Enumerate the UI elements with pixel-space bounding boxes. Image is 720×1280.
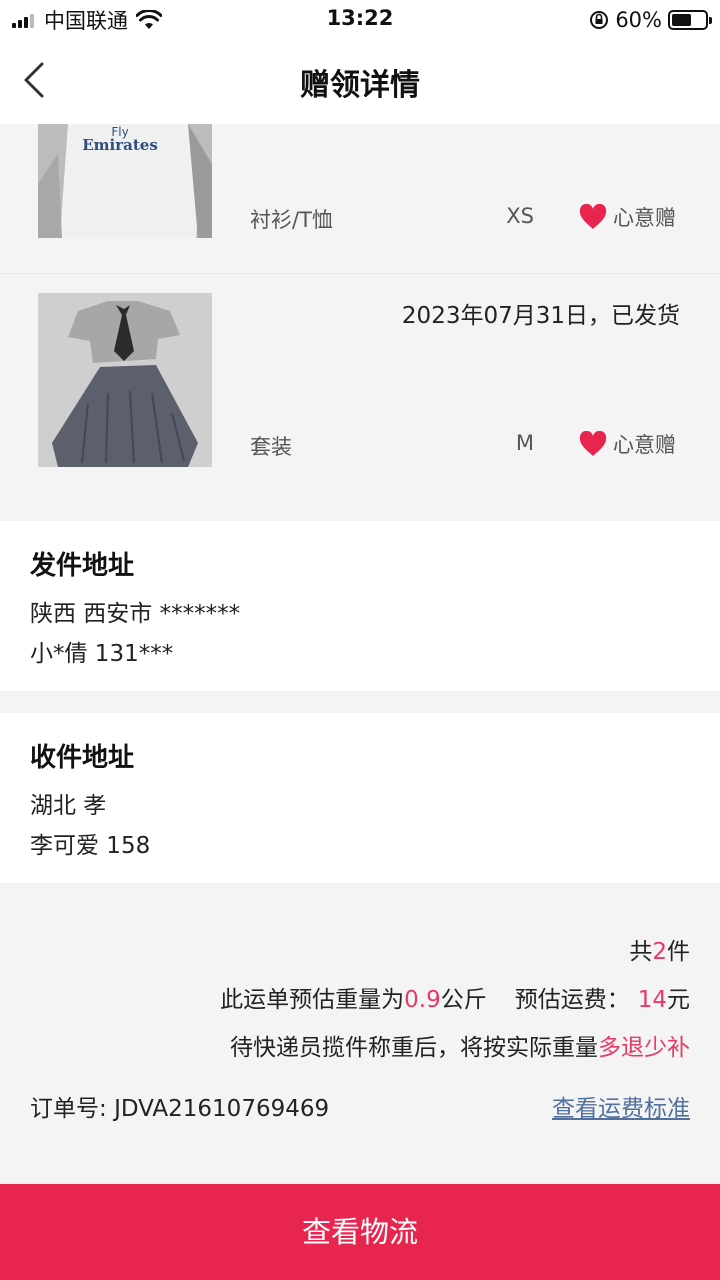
count-value: 2 bbox=[652, 939, 667, 965]
count-prefix: 共 bbox=[629, 939, 653, 965]
gift-label: 心意赠 bbox=[613, 206, 676, 230]
weight-prefix: 此运单预估重量为 bbox=[220, 987, 405, 1013]
status-bar: 中国联通 13:22 60% bbox=[0, 0, 720, 40]
item-size: XS bbox=[506, 204, 534, 228]
screen: 中国联通 13:22 60% 赠领详情 Fly Emirates 衬衫/T恤 X… bbox=[0, 0, 720, 1280]
item-category: 套装 bbox=[250, 435, 292, 459]
receiver-address-card: 收件地址 湖北 孝 李可爱 158 bbox=[0, 713, 720, 883]
sender-region: 陕西 西安市 ******* bbox=[30, 601, 241, 627]
item-category: 衬衫/T恤 bbox=[250, 208, 333, 232]
order-label: 订单号: bbox=[30, 1096, 107, 1122]
receiver-contact: 李可爱 158 bbox=[30, 833, 151, 859]
weight-fee-line: 此运单预估重量为0.9公斤 预估运费： 14元 bbox=[220, 980, 690, 1014]
status-right: 60% bbox=[589, 6, 712, 34]
rotation-lock-icon bbox=[590, 11, 609, 29]
weight-note: 待快递员揽件称重后，将按实际重量多退少补 bbox=[230, 1028, 690, 1062]
gift-tag: 心意赠 bbox=[579, 202, 676, 232]
gift-tag: 心意赠 bbox=[579, 429, 676, 459]
outfit-photo bbox=[38, 293, 212, 467]
gift-item[interactable]: 2023年07月31日，已发货 套装 M 心意赠 bbox=[0, 273, 720, 491]
gift-item[interactable]: Fly Emirates 衬衫/T恤 XS 心意赠 bbox=[0, 124, 720, 272]
note-highlight: 多退少补 bbox=[598, 1035, 690, 1061]
receiver-title: 收件地址 bbox=[30, 743, 135, 773]
fee-standard-link[interactable]: 查看运费标准 bbox=[552, 1089, 690, 1123]
sender-address-card: 发件地址 陕西 西安市 ******* 小*倩 131*** bbox=[0, 521, 720, 691]
weight-unit: 公斤 bbox=[440, 987, 487, 1013]
gift-label: 心意赠 bbox=[613, 433, 676, 457]
battery-icon bbox=[668, 10, 712, 30]
item-count: 共2件 bbox=[629, 932, 690, 966]
order-value: JDVA21610769469 bbox=[114, 1096, 330, 1122]
ship-status: 2023年07月31日，已发货 bbox=[401, 303, 680, 329]
weight-value: 0.9 bbox=[404, 987, 441, 1013]
tshirt-photo: Fly Emirates bbox=[38, 124, 212, 238]
sender-title: 发件地址 bbox=[30, 551, 135, 581]
note-prefix: 待快递员揽件称重后，将按实际重量 bbox=[230, 1035, 598, 1061]
fee-prefix: 预估运费： bbox=[514, 987, 630, 1013]
heart-icon bbox=[579, 431, 607, 456]
order-summary: 共2件 此运单预估重量为0.9公斤 预估运费： 14元 待快递员揽件称重后，将按实际… bbox=[0, 884, 720, 1184]
sender-contact: 小*倩 131*** bbox=[30, 641, 174, 667]
count-suffix: 件 bbox=[667, 939, 690, 965]
order-number: 订单号: JDVA21610769469 bbox=[30, 1089, 329, 1123]
shirt-print-emirates: Emirates bbox=[82, 136, 158, 154]
heart-icon bbox=[579, 204, 607, 229]
battery-fill bbox=[672, 14, 692, 26]
nav-bar: 赠领详情 bbox=[0, 40, 720, 124]
page-title: 赠领详情 bbox=[300, 68, 420, 103]
battery-percent: 60% bbox=[615, 8, 662, 32]
item-size: M bbox=[515, 431, 534, 455]
view-logistics-button[interactable]: 查看物流 bbox=[0, 1184, 720, 1280]
fee-unit: 元 bbox=[667, 987, 690, 1013]
receiver-region: 湖北 孝 bbox=[30, 793, 107, 819]
fee-value: 14 bbox=[637, 987, 667, 1013]
